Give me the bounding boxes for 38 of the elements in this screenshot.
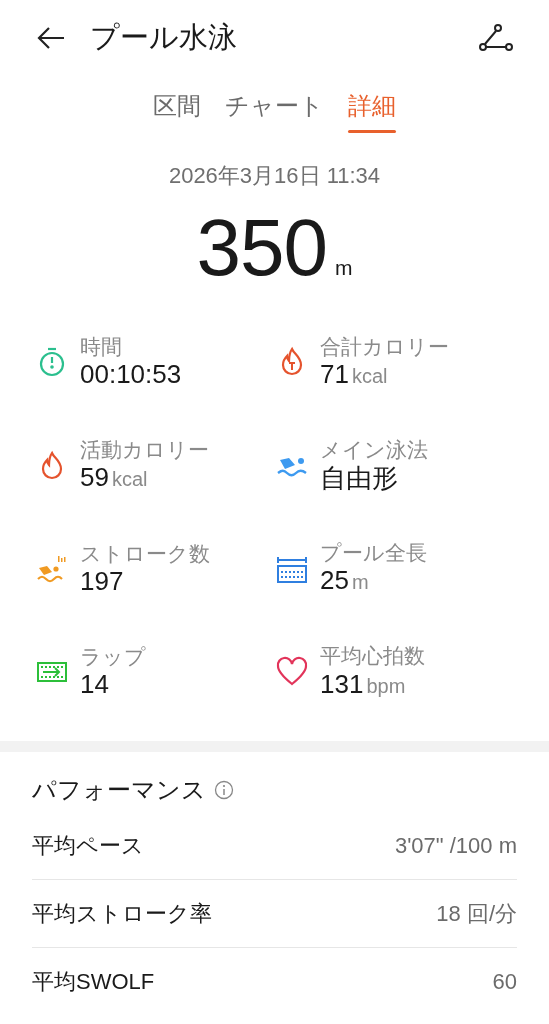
- info-icon[interactable]: [214, 779, 234, 800]
- date-time: 2026年3月16日 11:34: [167, 161, 382, 190]
- stat-value: 00:10:53: [80, 359, 182, 391]
- back-arrow-icon[interactable]: [36, 26, 66, 50]
- metric-value: 18 回/分: [436, 899, 517, 928]
- stat-unit: m: [351, 570, 369, 596]
- page-title: プール水泳: [90, 20, 237, 56]
- stat-value: 14: [80, 668, 109, 701]
- metric-label: 平均ペース: [32, 831, 144, 860]
- tab[interactable]: 区間: [153, 92, 201, 133]
- stat-unit: kcal: [111, 467, 148, 493]
- stat-unit: bpm: [366, 673, 406, 699]
- metric-value: 3'07" /100 m: [394, 831, 517, 860]
- stat-label: 時間: [80, 334, 123, 360]
- metric-label: 平均ストローク率: [32, 899, 212, 928]
- tab[interactable]: チャート: [225, 92, 324, 133]
- stat-label: 活動カロリー: [80, 437, 209, 463]
- stat-value: 25: [320, 565, 349, 597]
- metric-value: 60: [492, 967, 517, 996]
- stat-value: 自由形: [320, 462, 398, 494]
- metric-label: 平均SWOLF: [32, 967, 155, 996]
- stat-unit: kcal: [351, 364, 388, 389]
- stat-label: ストローク数: [80, 540, 210, 566]
- stat-label: 合計カロリー: [320, 333, 449, 359]
- stat-label: ラップ: [80, 643, 146, 669]
- section-title: パフォーマンス: [32, 774, 206, 805]
- stat-label: 平均心拍数: [320, 643, 425, 669]
- stat-value: 71: [320, 359, 349, 391]
- heart-icon: [276, 655, 308, 688]
- stat-label: メイン泳法: [320, 437, 428, 463]
- stat-label: プール全長: [320, 540, 427, 566]
- stat-value: 131: [320, 668, 364, 700]
- route-icon[interactable]: [479, 24, 513, 52]
- stat-value: 59: [80, 462, 109, 494]
- stat-value: 197: [80, 565, 124, 597]
- tab[interactable]: 詳細: [348, 92, 396, 133]
- distance-unit: m: [335, 255, 353, 282]
- distance-value: 350: [196, 207, 327, 288]
